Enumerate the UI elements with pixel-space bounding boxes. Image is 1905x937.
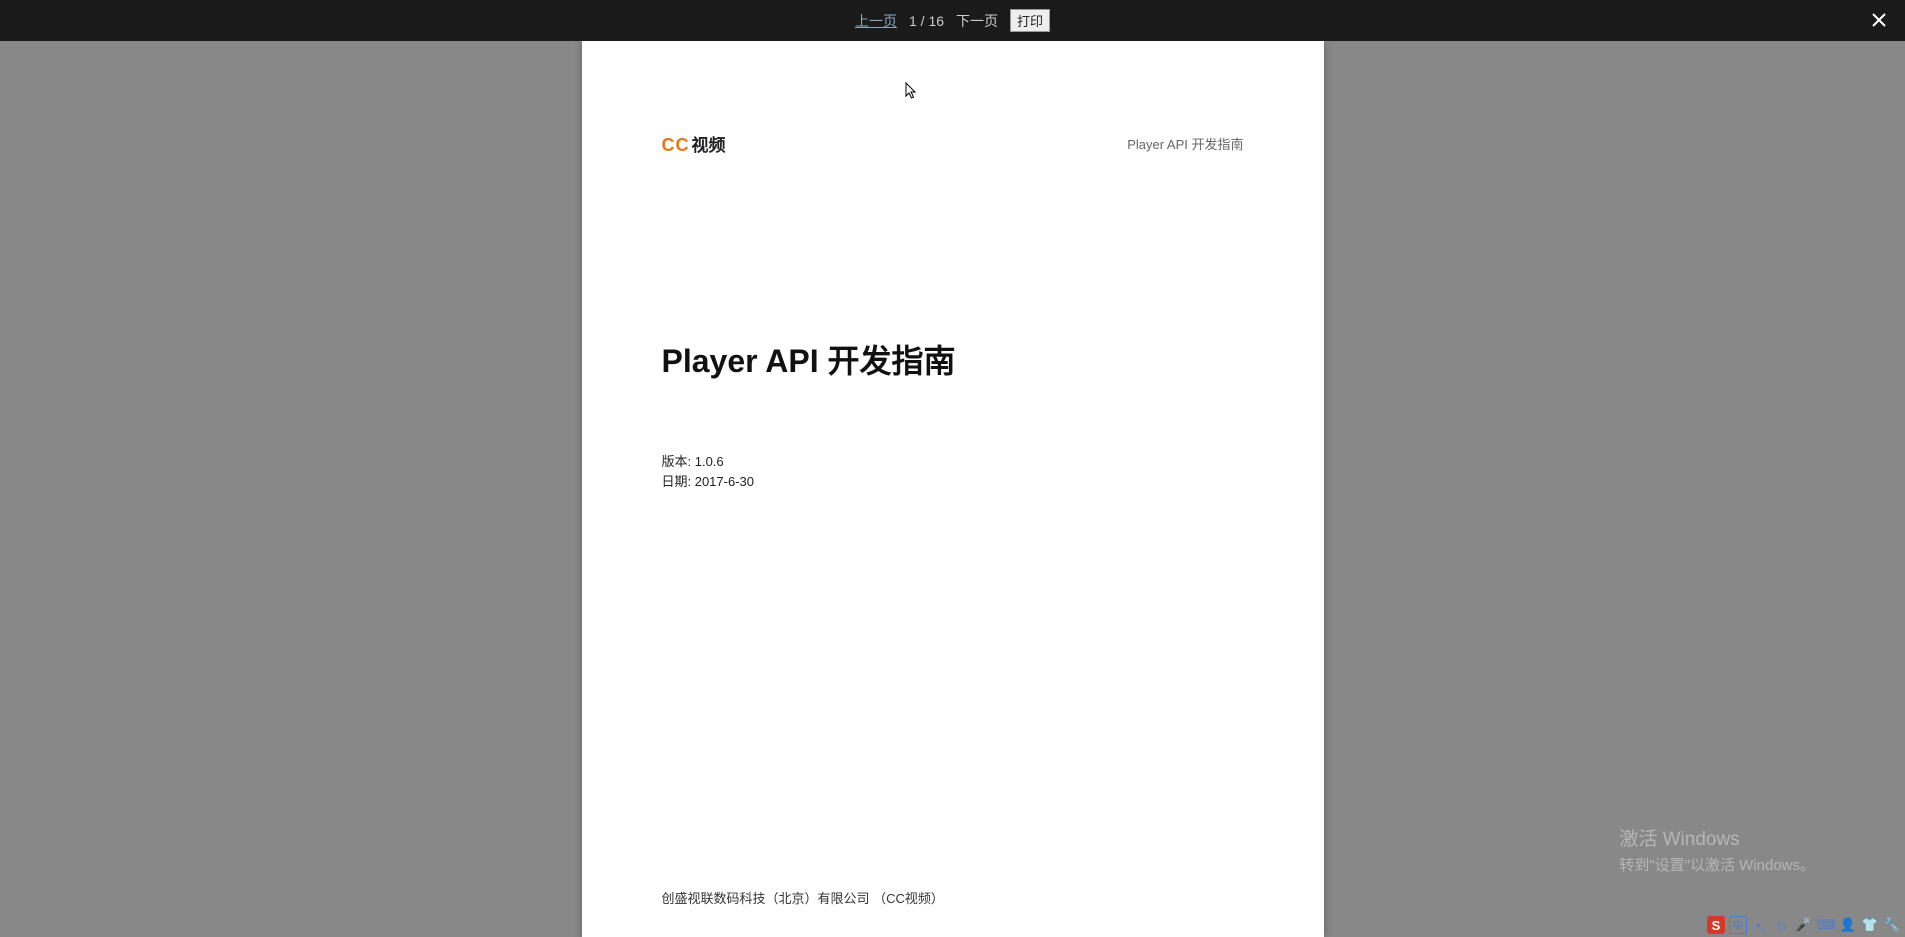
brand-logo: CC 视频 [662, 131, 726, 156]
ime-taskbar: S 中 •, ☺ 🎤 ⌨ 👤 👕 🔧 [1703, 913, 1905, 937]
total-pages: 16 [928, 13, 944, 29]
close-button[interactable] [1867, 8, 1891, 32]
ime-skin-icon[interactable]: 👕 [1861, 916, 1879, 934]
sogou-ime-icon[interactable]: S [1707, 916, 1725, 934]
ime-lang-icon[interactable]: 中 [1729, 916, 1747, 934]
ime-user-icon[interactable]: 👤 [1839, 916, 1857, 934]
version-line: 版本: 1.0.6 [662, 452, 1244, 472]
date-line: 日期: 2017-6-30 [662, 472, 1244, 492]
next-page-link[interactable]: 下一页 [956, 11, 998, 31]
prev-page-link[interactable]: 上一页 [855, 11, 897, 31]
print-button[interactable]: 打印 [1010, 9, 1050, 32]
company-footer: 创盛视联数码科技（北京）有限公司 （CC视频） [662, 888, 944, 907]
document-page: CC 视频 Player API 开发指南 Player API 开发指南 版本… [582, 41, 1324, 937]
page-header: CC 视频 Player API 开发指南 [662, 131, 1244, 156]
logo-text: 视频 [692, 131, 726, 156]
header-subtitle: Player API 开发指南 [1127, 134, 1243, 153]
ime-keyboard-icon[interactable]: ⌨ [1817, 916, 1835, 934]
ime-emoji-icon[interactable]: ☺ [1773, 916, 1791, 934]
ime-mic-icon[interactable]: 🎤 [1795, 916, 1813, 934]
ime-tool-icon[interactable]: 🔧 [1883, 916, 1901, 934]
ime-punct-icon[interactable]: •, [1751, 916, 1769, 934]
document-meta: 版本: 1.0.6 日期: 2017-6-30 [662, 452, 1244, 491]
close-icon [1871, 12, 1887, 28]
logo-prefix: CC [662, 135, 690, 156]
viewer-toolbar: 上一页 1 / 16 下一页 打印 [0, 0, 1905, 41]
document-title: Player API 开发指南 [662, 336, 1244, 382]
current-page: 1 [909, 13, 917, 29]
document-viewport[interactable]: CC 视频 Player API 开发指南 Player API 开发指南 版本… [0, 41, 1905, 937]
page-sep: / [917, 13, 929, 29]
toolbar-center: 上一页 1 / 16 下一页 打印 [855, 9, 1050, 32]
page-indicator: 1 / 16 [909, 13, 944, 29]
